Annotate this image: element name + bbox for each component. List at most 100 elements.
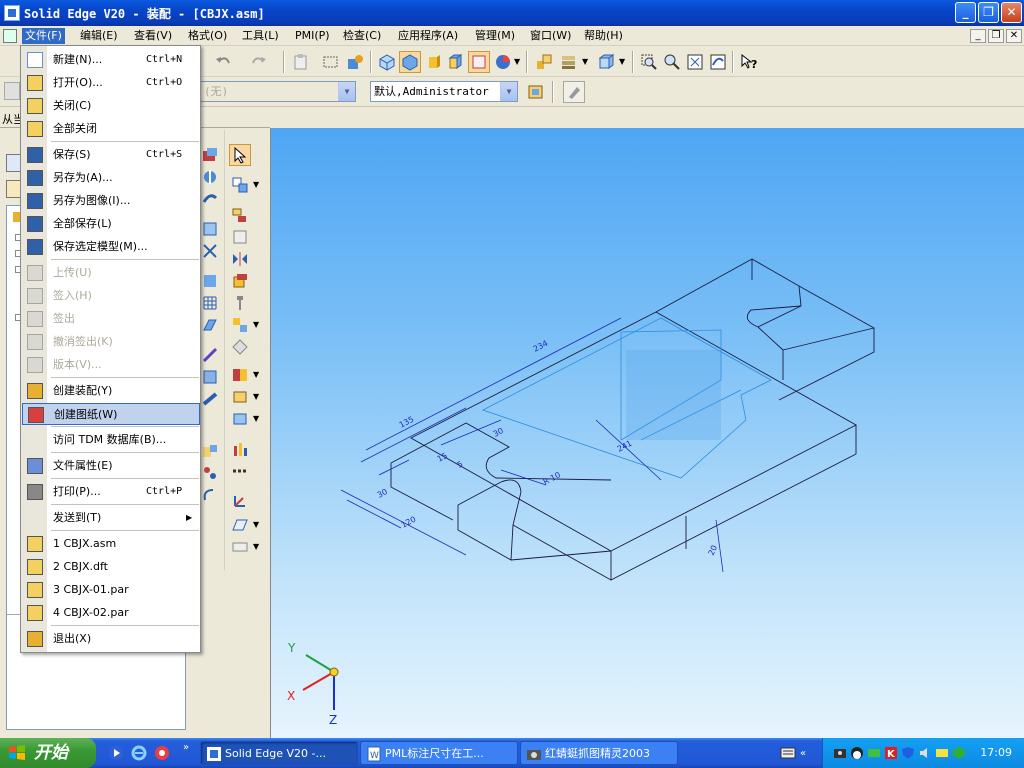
place-part-icon[interactable] (231, 176, 249, 194)
link-icon[interactable] (231, 410, 249, 428)
graphics-viewport[interactable]: 234 135 5 30 15 R 10 30 241 120 20 Y X Z (270, 128, 1024, 738)
component-icon[interactable] (231, 316, 249, 334)
file-menu-item[interactable]: 新建(N)... Ctrl+N (22, 49, 200, 71)
user-combo[interactable]: 默认,Administrator ▼ (370, 81, 518, 102)
shield-icon[interactable] (901, 746, 915, 760)
properties-icon[interactable] (346, 53, 364, 71)
file-menu-item[interactable]: 打印(P)... Ctrl+P (22, 481, 200, 503)
mirror-plane-icon[interactable] (231, 250, 249, 268)
file-menu-item[interactable]: 3 CBJX-01.par (22, 579, 200, 601)
feature-icon[interactable] (201, 272, 219, 290)
tray-expand-icon[interactable]: « (800, 748, 806, 759)
box-part-icon[interactable] (231, 272, 249, 290)
plane-dropdown-icon[interactable]: ▼ (253, 520, 259, 529)
chain-icon[interactable] (231, 462, 249, 480)
view-cube-icon[interactable] (447, 53, 465, 71)
sketch-icon[interactable] (231, 538, 249, 556)
menu-edit[interactable]: 编辑(E) (77, 28, 121, 44)
insert-part-icon[interactable] (201, 146, 219, 164)
part-library-icon[interactable] (535, 53, 553, 71)
view-orient-icon[interactable] (597, 53, 615, 71)
doc-close-button[interactable]: ✕ (1006, 29, 1022, 43)
select-box-icon[interactable] (322, 53, 340, 71)
task-screenshot-tool[interactable]: 红蜻蜓抓图精灵2003 (520, 741, 678, 765)
file-menu-item[interactable]: 另存为图像(I)... (22, 190, 200, 212)
clock[interactable]: 17:09 (980, 738, 1012, 768)
layers-dropdown-icon[interactable]: ▼ (582, 57, 588, 66)
relation-icon[interactable] (201, 190, 219, 208)
file-menu-item[interactable]: 另存为(A)... (22, 167, 200, 189)
file-menu-item[interactable]: 保存选定模型(M)... (22, 236, 200, 258)
select-tool-button[interactable] (229, 144, 251, 166)
doc-restore-button[interactable]: ❐ (988, 29, 1004, 43)
chevron-down-icon[interactable]: ▼ (338, 82, 355, 101)
component-dropdown-icon[interactable]: ▼ (253, 320, 259, 329)
menu-inspect[interactable]: 检查(C) (340, 28, 384, 44)
menu-format[interactable]: 格式(O) (185, 28, 230, 44)
menu-window[interactable]: 窗口(W) (527, 28, 574, 44)
none-combo[interactable]: (无) ▼ (200, 81, 356, 102)
align-icon[interactable] (231, 228, 249, 246)
bars-icon[interactable] (231, 440, 249, 458)
restore-button[interactable]: ❐ (978, 2, 999, 23)
render-sphere-icon[interactable] (494, 53, 512, 71)
menu-manage[interactable]: 管理(M) (472, 28, 518, 44)
peer-icon[interactable] (231, 388, 249, 406)
file-menu-item[interactable]: 发送到(T) ▶ (22, 507, 200, 529)
view-iso-icon[interactable] (378, 53, 396, 71)
task-pml-document[interactable]: W PML标注尺寸在工... (360, 741, 518, 765)
bolt-icon[interactable] (231, 294, 249, 312)
qq-icon[interactable] (850, 746, 864, 760)
file-menu-item[interactable]: 退出(X) (22, 628, 200, 650)
file-menu-item[interactable]: 创建图纸(W) (22, 403, 200, 425)
close-button[interactable]: ✕ (1001, 2, 1022, 23)
help-pointer-icon[interactable]: ? (740, 53, 758, 71)
pipe-icon[interactable] (201, 390, 219, 408)
zoom-area-icon[interactable] (640, 53, 658, 71)
mirror-icon[interactable] (201, 242, 219, 260)
task-solid-edge[interactable]: Solid Edge V20 -... (200, 741, 358, 765)
pattern-icon[interactable] (201, 220, 219, 238)
minimize-button[interactable]: _ (955, 2, 976, 23)
redo-icon[interactable] (250, 53, 268, 71)
chevron-down-icon[interactable]: ▼ (500, 82, 517, 101)
motion-icon[interactable] (201, 486, 219, 504)
view-orient-dropdown-icon[interactable]: ▼ (619, 57, 625, 66)
grid-icon[interactable] (201, 294, 219, 312)
toolbar2-icon[interactable] (4, 82, 20, 100)
view-face-icon[interactable] (425, 53, 443, 71)
color-dropdown-icon[interactable]: ▼ (253, 370, 259, 379)
camera-tray-icon[interactable] (833, 746, 847, 760)
link-dropdown-icon[interactable]: ▼ (253, 414, 259, 423)
file-menu-item[interactable]: 保存(S) Ctrl+S (22, 144, 200, 166)
internet-explorer-icon[interactable] (131, 745, 147, 761)
wire-icon[interactable] (201, 346, 219, 364)
menu-tools[interactable]: 工具(L) (239, 28, 282, 44)
menu-file[interactable]: 文件(F) (22, 28, 65, 44)
layers-icon[interactable] (560, 53, 578, 71)
menu-view[interactable]: 查看(V) (131, 28, 175, 44)
zoom-icon[interactable] (663, 53, 681, 71)
menu-pmi[interactable]: PMI(P) (292, 28, 333, 44)
file-menu-item[interactable]: 全部关闭 (22, 118, 200, 140)
place-part-dropdown-icon[interactable]: ▼ (253, 180, 259, 189)
doc-minimize-button[interactable]: _ (970, 29, 986, 43)
menu-applications[interactable]: 应用程序(A) (395, 28, 461, 44)
pan-icon[interactable] (709, 53, 727, 71)
fit-view-icon[interactable] (686, 53, 704, 71)
network-icon[interactable] (867, 746, 881, 760)
start-button[interactable]: 开始 (0, 738, 96, 768)
diamond-icon[interactable] (231, 338, 249, 356)
file-menu-item[interactable]: 全部保存(L) (22, 213, 200, 235)
assembly-model[interactable]: 234 135 5 30 15 R 10 30 241 120 20 Y X Z (271, 128, 1024, 738)
input-method-icon[interactable] (935, 746, 949, 760)
file-menu-item[interactable]: 文件属性(E) (22, 455, 200, 477)
file-menu-item[interactable]: 2 CBJX.dft (22, 556, 200, 578)
file-menu-item[interactable]: 关闭(C) (22, 95, 200, 117)
lock-button[interactable] (563, 81, 585, 103)
coordinate-icon[interactable] (231, 492, 249, 510)
plane-icon[interactable] (231, 516, 249, 534)
menu-help[interactable]: 帮助(H) (581, 28, 626, 44)
mate-icon[interactable] (231, 206, 249, 224)
media-player-icon[interactable] (108, 745, 124, 761)
